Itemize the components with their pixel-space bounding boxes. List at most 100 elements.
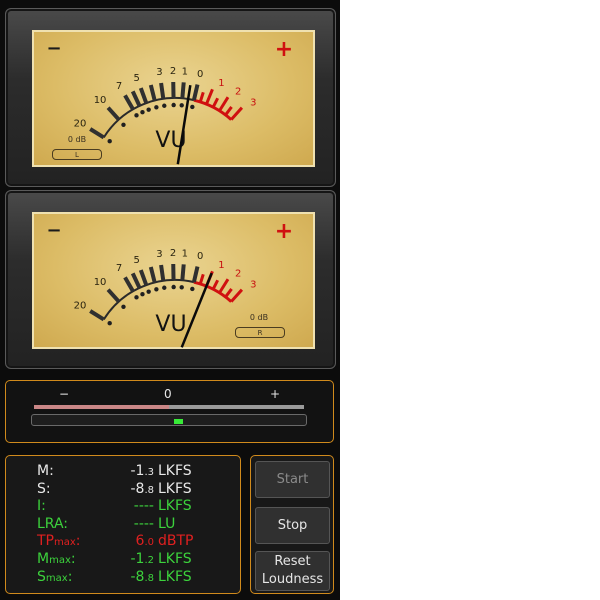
scale-tick — [138, 269, 149, 286]
stat-unit: LKFS — [158, 463, 192, 479]
scale-label-red: 1 — [218, 260, 224, 271]
scale-tick-red — [211, 279, 220, 290]
scale-label: 0 — [197, 69, 203, 80]
scale-label: 0 — [197, 251, 203, 262]
minus-sign: − — [46, 38, 61, 59]
scale-dot — [171, 284, 176, 290]
scale-tick — [89, 309, 105, 322]
scale-dot — [146, 107, 151, 112]
scale-tick-red — [218, 96, 230, 112]
scale-dot — [140, 110, 145, 115]
zero-db-label: 0 dB — [249, 313, 269, 322]
stat-unit: dBTP — [158, 533, 194, 550]
scale-label: 3 — [156, 67, 162, 78]
control-buttons-panel: Start Stop Reset Loudness — [250, 455, 334, 594]
scale-label: 5 — [134, 255, 140, 266]
stat-row: Smax: -8.8 LKFS — [6, 569, 242, 586]
scale-dot — [107, 138, 112, 144]
minus-sign: − — [46, 220, 61, 241]
scale-dot — [154, 105, 159, 110]
stat-label-sub: max — [54, 537, 76, 549]
scale-tick — [138, 87, 149, 104]
scale-dot — [171, 102, 176, 108]
stat-unit: LKFS — [158, 551, 192, 567]
scale-tick — [123, 94, 135, 111]
plus-sign: + — [275, 37, 293, 62]
stat-value: -1.3 — [130, 463, 154, 479]
balance-meter: − 0 + — [5, 380, 334, 443]
scale-label-red: 2 — [235, 86, 241, 97]
scale-dot — [162, 285, 167, 290]
balance-zero-label: 0 — [164, 387, 172, 401]
scale-dot — [190, 104, 195, 110]
vu-meter-right: 20 10 7 5 3 2 1 0 1 2 3− + VU 0 dB R — [32, 212, 315, 349]
stat-row: S: -8.8 LKFS — [6, 481, 242, 498]
scale-label: 2 — [170, 248, 176, 259]
scale-label: 7 — [116, 81, 122, 92]
stat-label: I: — [37, 498, 46, 515]
scale-dot — [107, 320, 112, 326]
balance-plus-label: + — [270, 387, 281, 401]
scale-tick-red — [230, 106, 244, 121]
scale-dot — [162, 103, 167, 108]
scale-dot — [179, 285, 184, 290]
stat-value-decimal: .3 — [144, 467, 154, 478]
scale-dot — [140, 292, 145, 297]
scale-tick — [106, 106, 121, 121]
scale-tick — [130, 272, 142, 289]
scale-dot — [134, 295, 139, 300]
vu-label: VU — [155, 312, 186, 337]
stat-unit: LU — [158, 515, 176, 532]
stat-label: M: — [37, 463, 54, 479]
stat-label: LRA: — [37, 515, 69, 532]
stat-value-decimal: .8 — [144, 572, 154, 584]
stat-label: Mmax: — [37, 551, 76, 567]
stat-value: 6.0 — [135, 533, 154, 550]
scale-label: 2 — [170, 66, 176, 77]
scale-label: 10 — [94, 95, 107, 106]
scale-tick — [191, 266, 200, 283]
scale-tick-red — [198, 273, 205, 285]
scale-tick — [159, 82, 166, 100]
stat-value: ---- — [133, 515, 154, 532]
scale-label: 5 — [134, 73, 140, 84]
stat-value: -1.2 — [130, 551, 154, 567]
scale-dot — [134, 113, 139, 118]
scale-dot — [121, 122, 126, 127]
scale-tick-red — [224, 106, 233, 116]
scale-tick-red — [218, 278, 230, 294]
channel-label-left: L — [52, 149, 102, 160]
balance-minus-label: − — [59, 387, 70, 401]
stop-button[interactable]: Stop — [255, 507, 330, 544]
scale-tick-red — [205, 88, 214, 105]
stat-unit: LKFS — [158, 480, 192, 497]
stat-value: -8.8 — [130, 480, 154, 497]
scale-label: 20 — [74, 301, 87, 312]
vu-meter-right-frame: 20 10 7 5 3 2 1 0 1 2 3− + VU 0 dB R — [5, 190, 336, 369]
balance-scale-track — [34, 405, 304, 409]
vu-meter-app: 20 10 7 5 3 2 1 0 1 2 3− + VU 0 dB L 20 10 7 5 3 2 1 0 1 2 3− +… — [0, 0, 340, 600]
stat-row: M: -1.3 LKFS — [6, 463, 242, 480]
loudness-stats-panel: M: -1.3 LKFS S: -8.8 LKFS I: ---- LKFS LRA: ---- LU… — [5, 455, 241, 594]
scale-dot — [190, 286, 195, 292]
stat-unit: LKFS — [158, 568, 192, 585]
scale-tick-red — [230, 288, 244, 303]
stat-value: ---- — [133, 498, 154, 515]
scale-tick — [130, 90, 142, 107]
scale-tick-red — [198, 91, 205, 103]
scale-tick — [191, 84, 200, 101]
scale-label-red: 3 — [250, 280, 256, 291]
scale-label: 1 — [182, 248, 188, 259]
stat-row: TPmax: 6.0 dBTP — [6, 533, 242, 550]
stat-value-decimal: .0 — [144, 537, 154, 549]
stat-value-decimal: .2 — [144, 555, 154, 566]
balance-slot — [31, 414, 307, 426]
start-button[interactable]: Start — [255, 461, 330, 498]
stat-label-sub: max — [45, 572, 68, 584]
scale-tick-red — [224, 288, 233, 298]
reset-button-line2: Loudness — [261, 572, 324, 587]
stat-row: Mmax: -1.2 LKFS — [6, 551, 242, 568]
stat-label: Smax: — [37, 568, 73, 585]
stat-row: I: ---- LKFS — [6, 498, 242, 515]
reset-loudness-button[interactable]: Reset Loudness — [255, 551, 330, 591]
